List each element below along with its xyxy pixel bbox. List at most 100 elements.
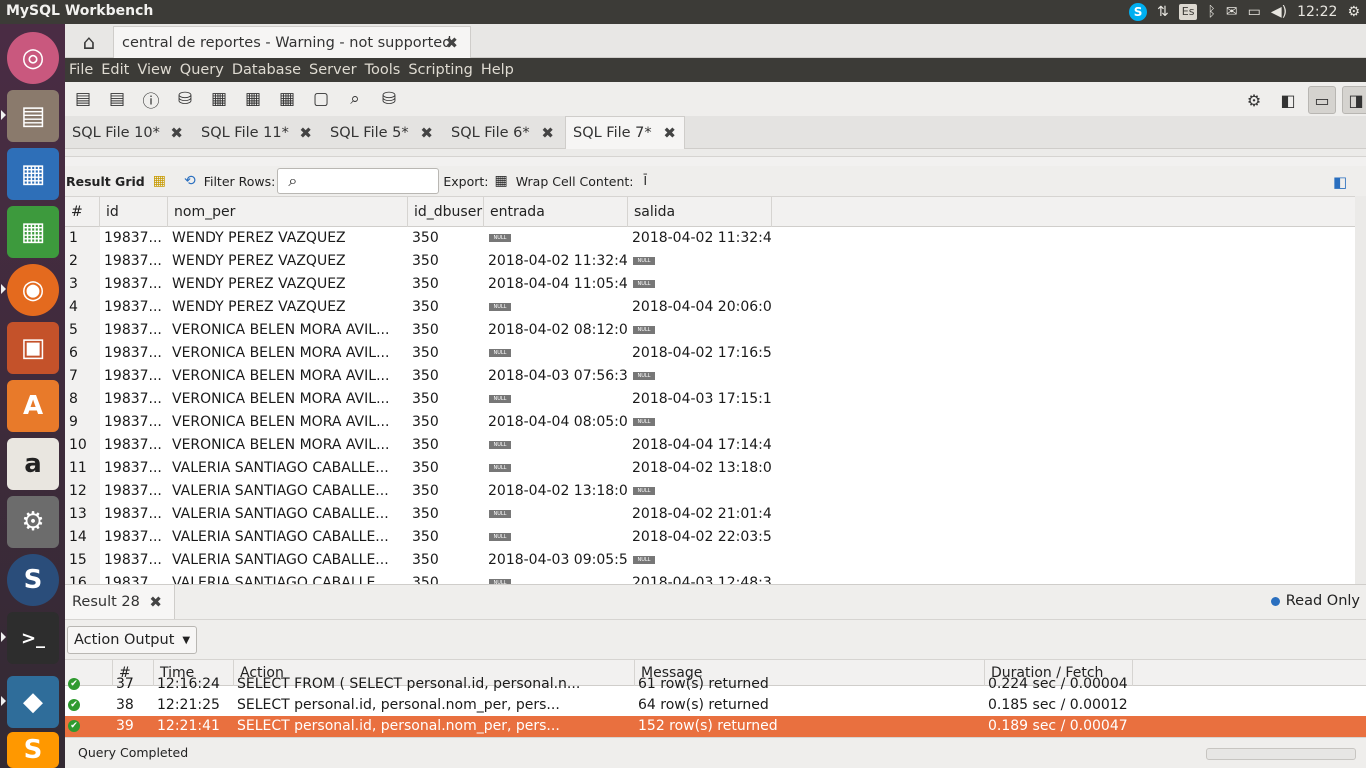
software-center-icon[interactable]: A (7, 380, 59, 432)
table-row[interactable]: 3 19837... WENDY PEREZ VAZQUEZ 350 2018-04-0… (65, 273, 1355, 296)
cell-n[interactable]: 2 (65, 250, 100, 273)
cell-n[interactable]: 10 (65, 434, 100, 457)
output-row[interactable]: ✔ 39 12:21:41 SELECT personal.id, personal.… (65, 716, 1366, 737)
cell-n[interactable]: 3 (65, 273, 100, 296)
calc-icon[interactable]: ▦ (7, 206, 59, 258)
cell-salida[interactable]: NULL (628, 480, 772, 503)
connection-tab[interactable]: central de reportes - Warning - not supp… (113, 26, 471, 58)
table-row[interactable]: 14 19837... VALERIA SANTIAGO CABALLE... 350… (65, 526, 1355, 549)
cell-db[interactable]: 350 (408, 457, 484, 480)
cell-entrada[interactable]: 2018-04-02 08:12:02 (484, 319, 628, 342)
files-icon[interactable]: ▤ (7, 90, 59, 142)
cell-db[interactable]: 350 (408, 296, 484, 319)
close-icon[interactable]: ✖ (663, 124, 676, 142)
output-type-select[interactable]: Action Output ▼ (67, 626, 197, 654)
col-header-id[interactable]: id (100, 197, 168, 227)
cell-n[interactable]: 1 (65, 227, 100, 250)
cell-db[interactable]: 350 (408, 273, 484, 296)
impress-icon[interactable]: ▣ (7, 322, 59, 374)
cell-id[interactable]: 19837... (100, 273, 168, 296)
close-icon[interactable]: ✖ (299, 124, 312, 142)
cell-id[interactable]: 19837... (100, 526, 168, 549)
ubuntu-dash-icon[interactable]: ◎ (7, 32, 59, 84)
cell-db[interactable]: 350 (408, 526, 484, 549)
cell-id[interactable]: 19837... (100, 572, 168, 584)
cell-nom[interactable]: WENDY PEREZ VAZQUEZ (168, 250, 408, 273)
cell-n[interactable]: 8 (65, 388, 100, 411)
network-arrows-icon[interactable]: ⇅ (1157, 2, 1169, 22)
cell-salida[interactable]: 2018-04-02 21:01:41 (628, 503, 772, 526)
create-view-icon[interactable]: ▦ (240, 87, 266, 111)
cell-nom[interactable]: VALERIA SANTIAGO CABALLE... (168, 549, 408, 572)
col-header-nom-per[interactable]: nom_per (168, 197, 408, 227)
table-row[interactable]: 15 19837... VALERIA SANTIAGO CABALLE... 350… (65, 549, 1355, 572)
bluetooth-icon[interactable]: ᛒ (1207, 2, 1215, 22)
col-header-id-dbuser[interactable]: id_dbuser (408, 197, 484, 227)
table-row[interactable]: 8 19837... VERONICA BELEN MORA AVIL... 350 N… (65, 388, 1355, 411)
settings-icon[interactable]: ⚙ (1240, 86, 1268, 114)
export-icon[interactable]: ▦ (494, 173, 507, 189)
cell-entrada[interactable]: NULL (484, 296, 628, 319)
cell-salida[interactable]: NULL (628, 319, 772, 342)
cell-n[interactable]: 6 (65, 342, 100, 365)
cell-id[interactable]: 19837... (100, 549, 168, 572)
toggle-secondary-sidebar-icon[interactable]: ◨ (1342, 86, 1366, 114)
table-row[interactable]: 11 19837... VALERIA SANTIAGO CABALLE... 350… (65, 457, 1355, 480)
cell-nom[interactable]: WENDY PEREZ VAZQUEZ (168, 273, 408, 296)
cell-n[interactable]: 13 (65, 503, 100, 526)
cell-entrada[interactable]: NULL (484, 227, 628, 250)
table-row[interactable]: 13 19837... VALERIA SANTIAGO CABALLE... 350… (65, 503, 1355, 526)
cell-db[interactable]: 350 (408, 434, 484, 457)
create-procedure-icon[interactable]: ▦ (274, 87, 300, 111)
cell-nom[interactable]: VALERIA SANTIAGO CABALLE... (168, 526, 408, 549)
cell-entrada[interactable]: 2018-04-02 13:18:06 (484, 480, 628, 503)
table-row[interactable]: 6 19837... VERONICA BELEN MORA AVIL... 350 N… (65, 342, 1355, 365)
cell-nom[interactable]: VERONICA BELEN MORA AVIL... (168, 342, 408, 365)
cell-salida[interactable]: 2018-04-04 17:14:40 (628, 434, 772, 457)
settings-gear-icon[interactable]: ⚙ (1347, 2, 1360, 22)
output-row[interactable]: ✔ 38 12:21:25 SELECT personal.id, personal.… (65, 695, 1366, 716)
cell-db[interactable]: 350 (408, 480, 484, 503)
menu-database[interactable]: Database (228, 62, 305, 78)
col-header-salida[interactable]: salida (628, 197, 772, 227)
cell-id[interactable]: 19837... (100, 296, 168, 319)
search-table-data-icon[interactable]: ⌕ (342, 87, 368, 111)
cell-id[interactable]: 19837... (100, 457, 168, 480)
cell-db[interactable]: 350 (408, 503, 484, 526)
cell-entrada[interactable]: 2018-04-02 11:32:49 (484, 250, 628, 273)
menu-query[interactable]: Query (176, 62, 228, 78)
cell-n[interactable]: 12 (65, 480, 100, 503)
cell-salida[interactable]: NULL (628, 250, 772, 273)
cell-nom[interactable]: WENDY PEREZ VAZQUEZ (168, 227, 408, 250)
cell-id[interactable]: 19837... (100, 503, 168, 526)
skype-icon[interactable]: S (1129, 3, 1148, 21)
cell-nom[interactable]: VERONICA BELEN MORA AVIL... (168, 319, 408, 342)
cell-id[interactable]: 19837... (100, 365, 168, 388)
cell-id[interactable]: 19837... (100, 227, 168, 250)
firefox-icon[interactable]: ◉ (7, 264, 59, 316)
menu-edit[interactable]: Edit (97, 62, 133, 78)
cell-db[interactable]: 350 (408, 319, 484, 342)
cell-db[interactable]: 350 (408, 388, 484, 411)
cell-nom[interactable]: VALERIA SANTIAGO CABALLE... (168, 480, 408, 503)
tab-sql-file-5[interactable]: SQL File 5* ✖ (323, 116, 441, 149)
cell-salida[interactable]: 2018-04-02 17:16:58 (628, 342, 772, 365)
cell-n[interactable]: 11 (65, 457, 100, 480)
battery-icon[interactable]: ▭ (1248, 2, 1261, 22)
menu-view[interactable]: View (133, 62, 175, 78)
cell-entrada[interactable]: NULL (484, 572, 628, 584)
cell-salida[interactable]: NULL (628, 549, 772, 572)
create-table-icon[interactable]: ▦ (206, 87, 232, 111)
table-row[interactable]: 1 19837... WENDY PEREZ VAZQUEZ 350 NULL 2018-… (65, 227, 1355, 250)
tab-sql-file-11[interactable]: SQL File 11* ✖ (194, 116, 320, 149)
cell-db[interactable]: 350 (408, 549, 484, 572)
cell-nom[interactable]: VERONICA BELEN MORA AVIL... (168, 434, 408, 457)
mail-icon[interactable]: ✉ (1226, 2, 1238, 22)
cell-entrada[interactable]: 2018-04-04 08:05:08 (484, 411, 628, 434)
cell-entrada[interactable]: 2018-04-03 09:05:55 (484, 549, 628, 572)
new-sql-tab-icon[interactable]: ▤ (70, 87, 96, 111)
create-schema-icon[interactable]: ⛁ (172, 87, 198, 111)
cell-entrada[interactable]: 2018-04-04 11:05:47 (484, 273, 628, 296)
cell-id[interactable]: 19837... (100, 411, 168, 434)
create-function-icon[interactable]: ▢ (308, 87, 334, 111)
